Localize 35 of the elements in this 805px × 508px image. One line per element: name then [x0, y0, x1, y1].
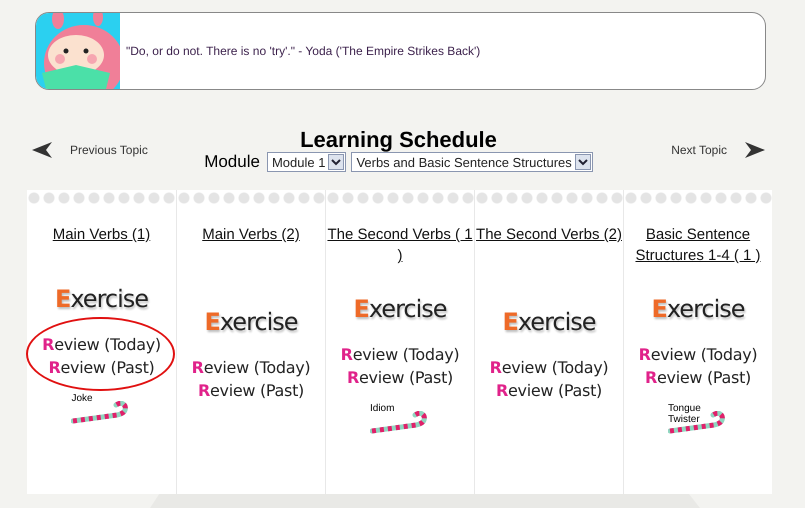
exercise-link[interactable]: Exercise	[204, 308, 298, 336]
topic-link[interactable]: The Second Verbs ( 1 )	[327, 224, 473, 266]
exercise-link[interactable]: Exercise	[54, 284, 148, 312]
review-today-link[interactable]: Review (Today)	[638, 343, 758, 366]
extra-link[interactable]: Joke	[71, 392, 132, 424]
next-topic-link[interactable]: Next Topic	[671, 142, 765, 158]
review-past-link[interactable]: Review (Past)	[496, 378, 602, 402]
exercise-link[interactable]: Exercise	[353, 295, 447, 323]
right-arrow-icon	[745, 142, 765, 158]
left-arrow-icon	[32, 142, 52, 158]
caret-icon	[328, 154, 344, 170]
review-past-link[interactable]: Review (Past)	[48, 356, 155, 378]
exercise-link[interactable]: Exercise	[651, 295, 745, 323]
module-dropdown[interactable]: Module 1	[266, 152, 346, 172]
candy-cane-icon	[370, 411, 430, 435]
previous-topic-link[interactable]: Previous Topic	[32, 142, 204, 158]
review-past-link[interactable]: Review (Past)	[346, 366, 454, 389]
review-today-link[interactable]: Review (Today)	[340, 343, 460, 366]
review-past-link[interactable]: Review (Past)	[644, 366, 752, 389]
review-past-link[interactable]: Review (Past)	[198, 378, 304, 402]
module-label: Module	[204, 152, 260, 172]
topic-link[interactable]: Main Verbs (1)	[28, 224, 174, 245]
exercise-link[interactable]: Exercise	[502, 308, 596, 336]
caret-icon	[574, 154, 591, 170]
quote-text: "Do, or do not. There is no 'try'." - Yoda ('The Empire Strikes Back')	[126, 44, 480, 58]
extra-link[interactable]: Tongue Twister	[668, 403, 728, 435]
review-today-link[interactable]: Review (Today)	[192, 356, 310, 378]
review-today-link[interactable]: Review (Today)	[490, 356, 608, 378]
extra-link[interactable]: Idiom	[370, 403, 430, 435]
topic-dropdown[interactable]: Verbs and Basic Sentence Structures	[351, 152, 593, 172]
topic-link[interactable]: The Second Verbs (2)	[476, 224, 622, 245]
topic-link[interactable]: Main Verbs (2)	[178, 224, 324, 245]
topic-link[interactable]: Basic Sentence Structures 1-4 ( 1 )	[625, 224, 771, 266]
review-today-link[interactable]: Review (Today)	[42, 332, 161, 356]
page-title: Learning Schedule	[300, 128, 497, 152]
